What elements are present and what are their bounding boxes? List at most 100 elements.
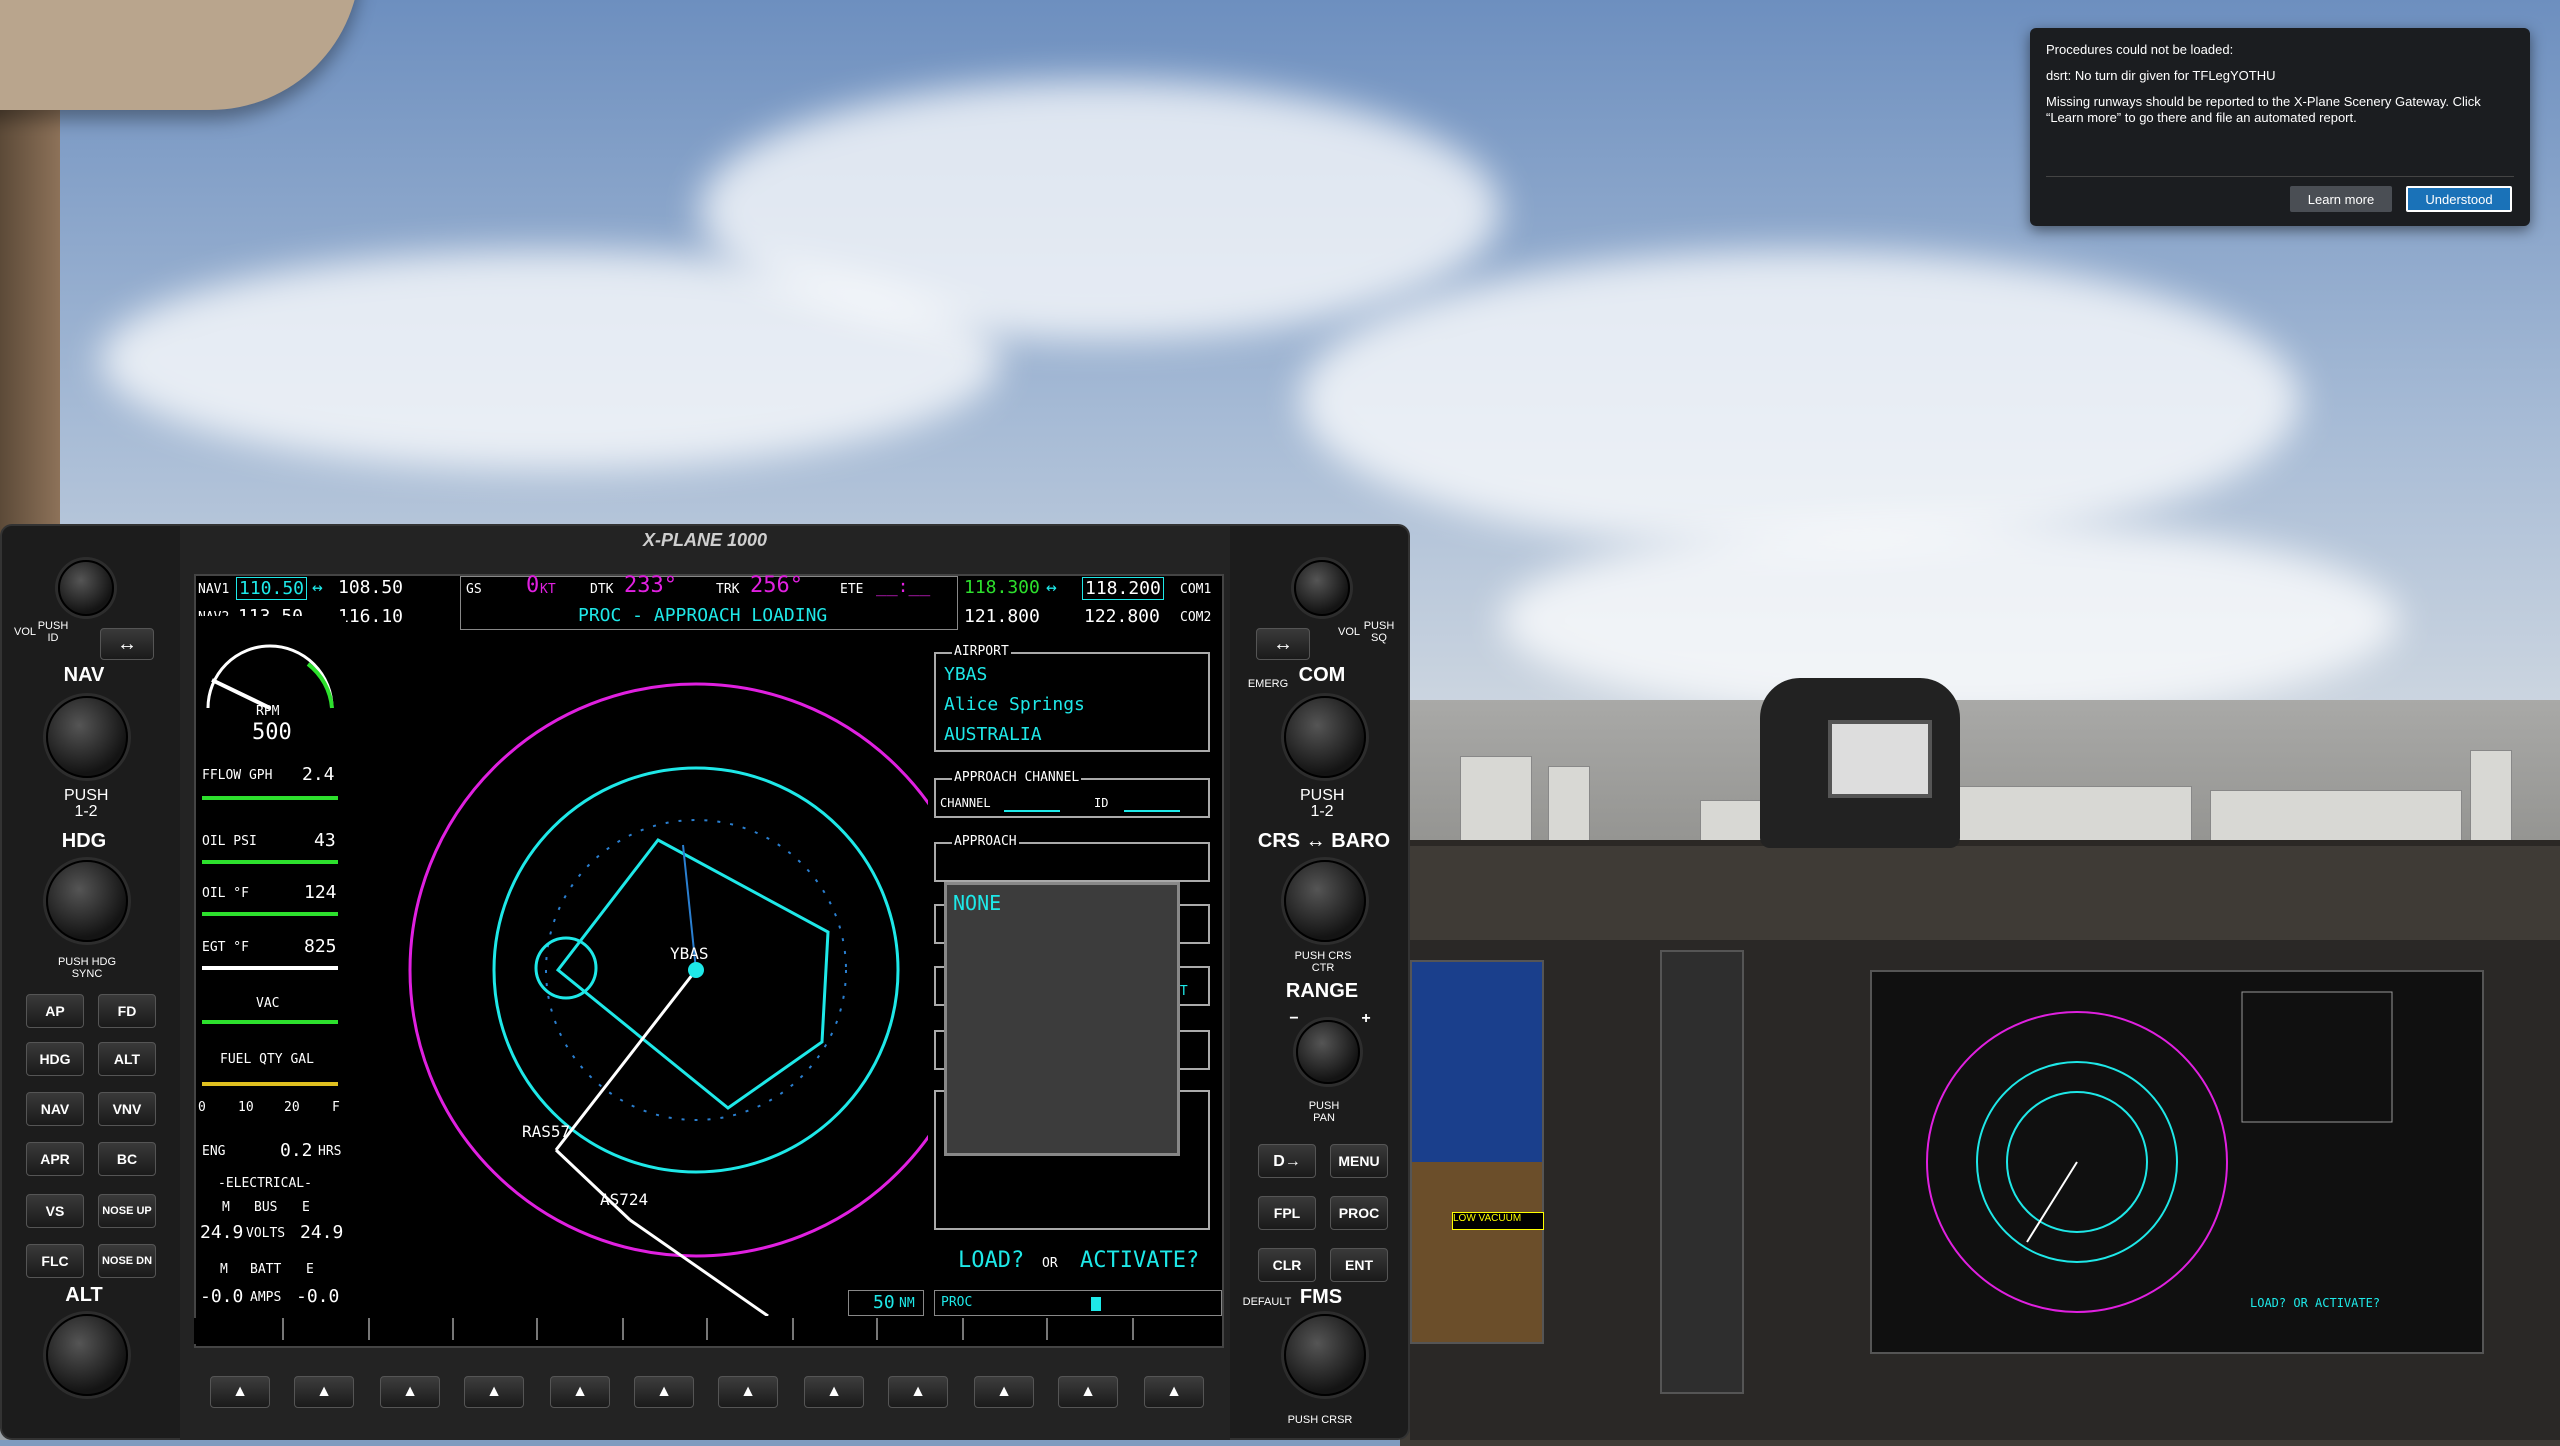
softkey-arrow-icon: ▲ (996, 1383, 1012, 1400)
softkey-1[interactable]: ▲ (210, 1376, 270, 1408)
bus-label: BUS (254, 1200, 278, 1215)
fms-label: FMS (1299, 1286, 1343, 1308)
softkey-5[interactable]: ▲ (550, 1376, 610, 1408)
hdg-knob[interactable] (46, 860, 128, 942)
airport-map-label: YBAS (670, 944, 709, 963)
vol-label: VOL (1337, 626, 1360, 638)
learn-more-button[interactable]: Learn more (2290, 186, 2392, 212)
airport-name: Alice Springs (944, 694, 1085, 715)
range-plus-label: + (1361, 1010, 1371, 1027)
fuel-tick-10: 10 (238, 1100, 254, 1115)
softkey-12[interactable]: ▲ (1144, 1376, 1204, 1408)
id-field[interactable] (1124, 810, 1180, 812)
com-volume-knob[interactable] (1294, 560, 1350, 616)
com1-active-frequency: 118.300 (964, 577, 1040, 598)
navigation-map[interactable] (348, 630, 928, 1316)
softkey-arrow-icon: ▲ (572, 1383, 588, 1400)
bc-button[interactable]: BC (98, 1142, 156, 1176)
direct-to-button[interactable]: D→ (1258, 1144, 1316, 1178)
nav-button[interactable]: NAV (26, 1092, 84, 1126)
crs-baro-label: CRS ↔ BARO (1257, 830, 1391, 852)
crs-baro-knob[interactable] (1284, 860, 1366, 942)
volts-label: VOLTS (246, 1226, 286, 1241)
activate-prompt[interactable]: ACTIVATE? (1080, 1248, 1199, 1273)
softkey-arrow-icon: ▲ (826, 1383, 842, 1400)
vs-button[interactable]: VS (26, 1194, 84, 1228)
softkey-6[interactable]: ▲ (634, 1376, 694, 1408)
channel-field[interactable] (1004, 810, 1060, 812)
nav-volume-knob[interactable] (58, 560, 114, 616)
softkey-10[interactable]: ▲ (974, 1376, 1034, 1408)
com-knob-label: COM (1298, 664, 1346, 686)
softkey-arrow-icon: ▲ (1080, 1383, 1096, 1400)
oil-temp-value: 124 (304, 882, 337, 903)
range-joystick-knob[interactable] (1296, 1020, 1360, 1084)
menu-button[interactable]: MENU (1330, 1144, 1388, 1178)
alt-button[interactable]: ALT (98, 1042, 156, 1076)
airport-id[interactable]: YBAS (944, 664, 987, 685)
approach-selection-popup[interactable]: NONE (944, 882, 1180, 1156)
softkey-2[interactable]: ▲ (294, 1376, 354, 1408)
fpl-button[interactable]: FPL (1258, 1196, 1316, 1230)
softkey-arrow-icon: ▲ (402, 1383, 418, 1400)
amps-m-value: -0.0 (200, 1286, 244, 1307)
softkey-3[interactable]: ▲ (380, 1376, 440, 1408)
nav1-standby-frequency: 108.50 (338, 577, 404, 598)
eng-hours-unit: HRS (318, 1144, 342, 1159)
proc-footer-box: PROC (934, 1290, 1222, 1316)
gs-label: GS (466, 582, 482, 597)
mfd-background-display: LOAD? OR ACTIVATE? (1870, 970, 2484, 1354)
cursor-block (1091, 1297, 1101, 1311)
softkey-7[interactable]: ▲ (718, 1376, 778, 1408)
nav-frequency-knob[interactable] (46, 696, 128, 778)
amps-label: AMPS (250, 1290, 282, 1305)
waypoint-label-1: RAS57 (522, 1122, 571, 1141)
push-crs-ctr-label: PUSH CRS CTR (1294, 950, 1352, 974)
vac-label: VAC (256, 996, 280, 1011)
approach-header: APPROACH (952, 834, 1019, 849)
softkey-11[interactable]: ▲ (1058, 1376, 1118, 1408)
com2-active-frequency: 121.800 (964, 606, 1040, 627)
softkey-divider (962, 1318, 964, 1340)
approach-option-none[interactable]: NONE (953, 891, 1001, 915)
load-prompt[interactable]: LOAD? (958, 1248, 1024, 1273)
vnv-button[interactable]: VNV (98, 1092, 156, 1126)
hdg-knob-label: HDG (61, 830, 107, 852)
push-sq-label: PUSH SQ (1363, 620, 1395, 644)
fd-button[interactable]: FD (98, 994, 156, 1028)
ent-button[interactable]: ENT (1330, 1248, 1388, 1282)
nav-swap-button[interactable]: ↔ (100, 628, 154, 660)
softkey-9[interactable]: ▲ (888, 1376, 948, 1408)
dtk-label: DTK (590, 582, 614, 597)
ap-button[interactable]: AP (26, 994, 84, 1028)
pfd-background-display: LOW VACUUM (1410, 960, 1544, 1344)
alt-knob[interactable] (46, 1314, 128, 1396)
apr-button[interactable]: APR (26, 1142, 84, 1176)
nose-up-button[interactable]: NOSE UP (98, 1194, 156, 1228)
fms-knob[interactable] (1284, 1314, 1366, 1396)
proc-button[interactable]: PROC (1330, 1196, 1388, 1230)
softkey-divider (282, 1318, 284, 1340)
swap-arrow-icon: ↔ (117, 632, 137, 655)
flc-button[interactable]: FLC (26, 1244, 84, 1278)
egt-value: 825 (304, 936, 337, 957)
clr-button[interactable]: CLR (1258, 1248, 1316, 1282)
low-vacuum-annunciation: LOW VACUUM (1452, 1212, 1544, 1230)
understood-button[interactable]: Understood (2406, 186, 2512, 212)
softkey-8[interactable]: ▲ (804, 1376, 864, 1408)
hdg-button[interactable]: HDG (26, 1042, 84, 1076)
bus-e-label: E (302, 1200, 310, 1215)
mfd-mini-map (1926, 991, 2393, 1313)
eng-hours: 0.2 (280, 1140, 313, 1161)
map-range-box[interactable]: 50 NM (848, 1290, 924, 1316)
com-frequency-knob[interactable] (1284, 696, 1366, 778)
softkey-divider (876, 1318, 878, 1340)
softkey-4[interactable]: ▲ (464, 1376, 524, 1408)
com-swap-button[interactable]: ↔ (1256, 628, 1310, 660)
cloud (1300, 250, 2300, 550)
softkey-divider (536, 1318, 538, 1340)
control-tower (1548, 766, 1590, 848)
range-minus-label: − (1289, 1010, 1299, 1027)
airport-header: AIRPORT (952, 644, 1011, 659)
nose-dn-button[interactable]: NOSE DN (98, 1244, 156, 1278)
